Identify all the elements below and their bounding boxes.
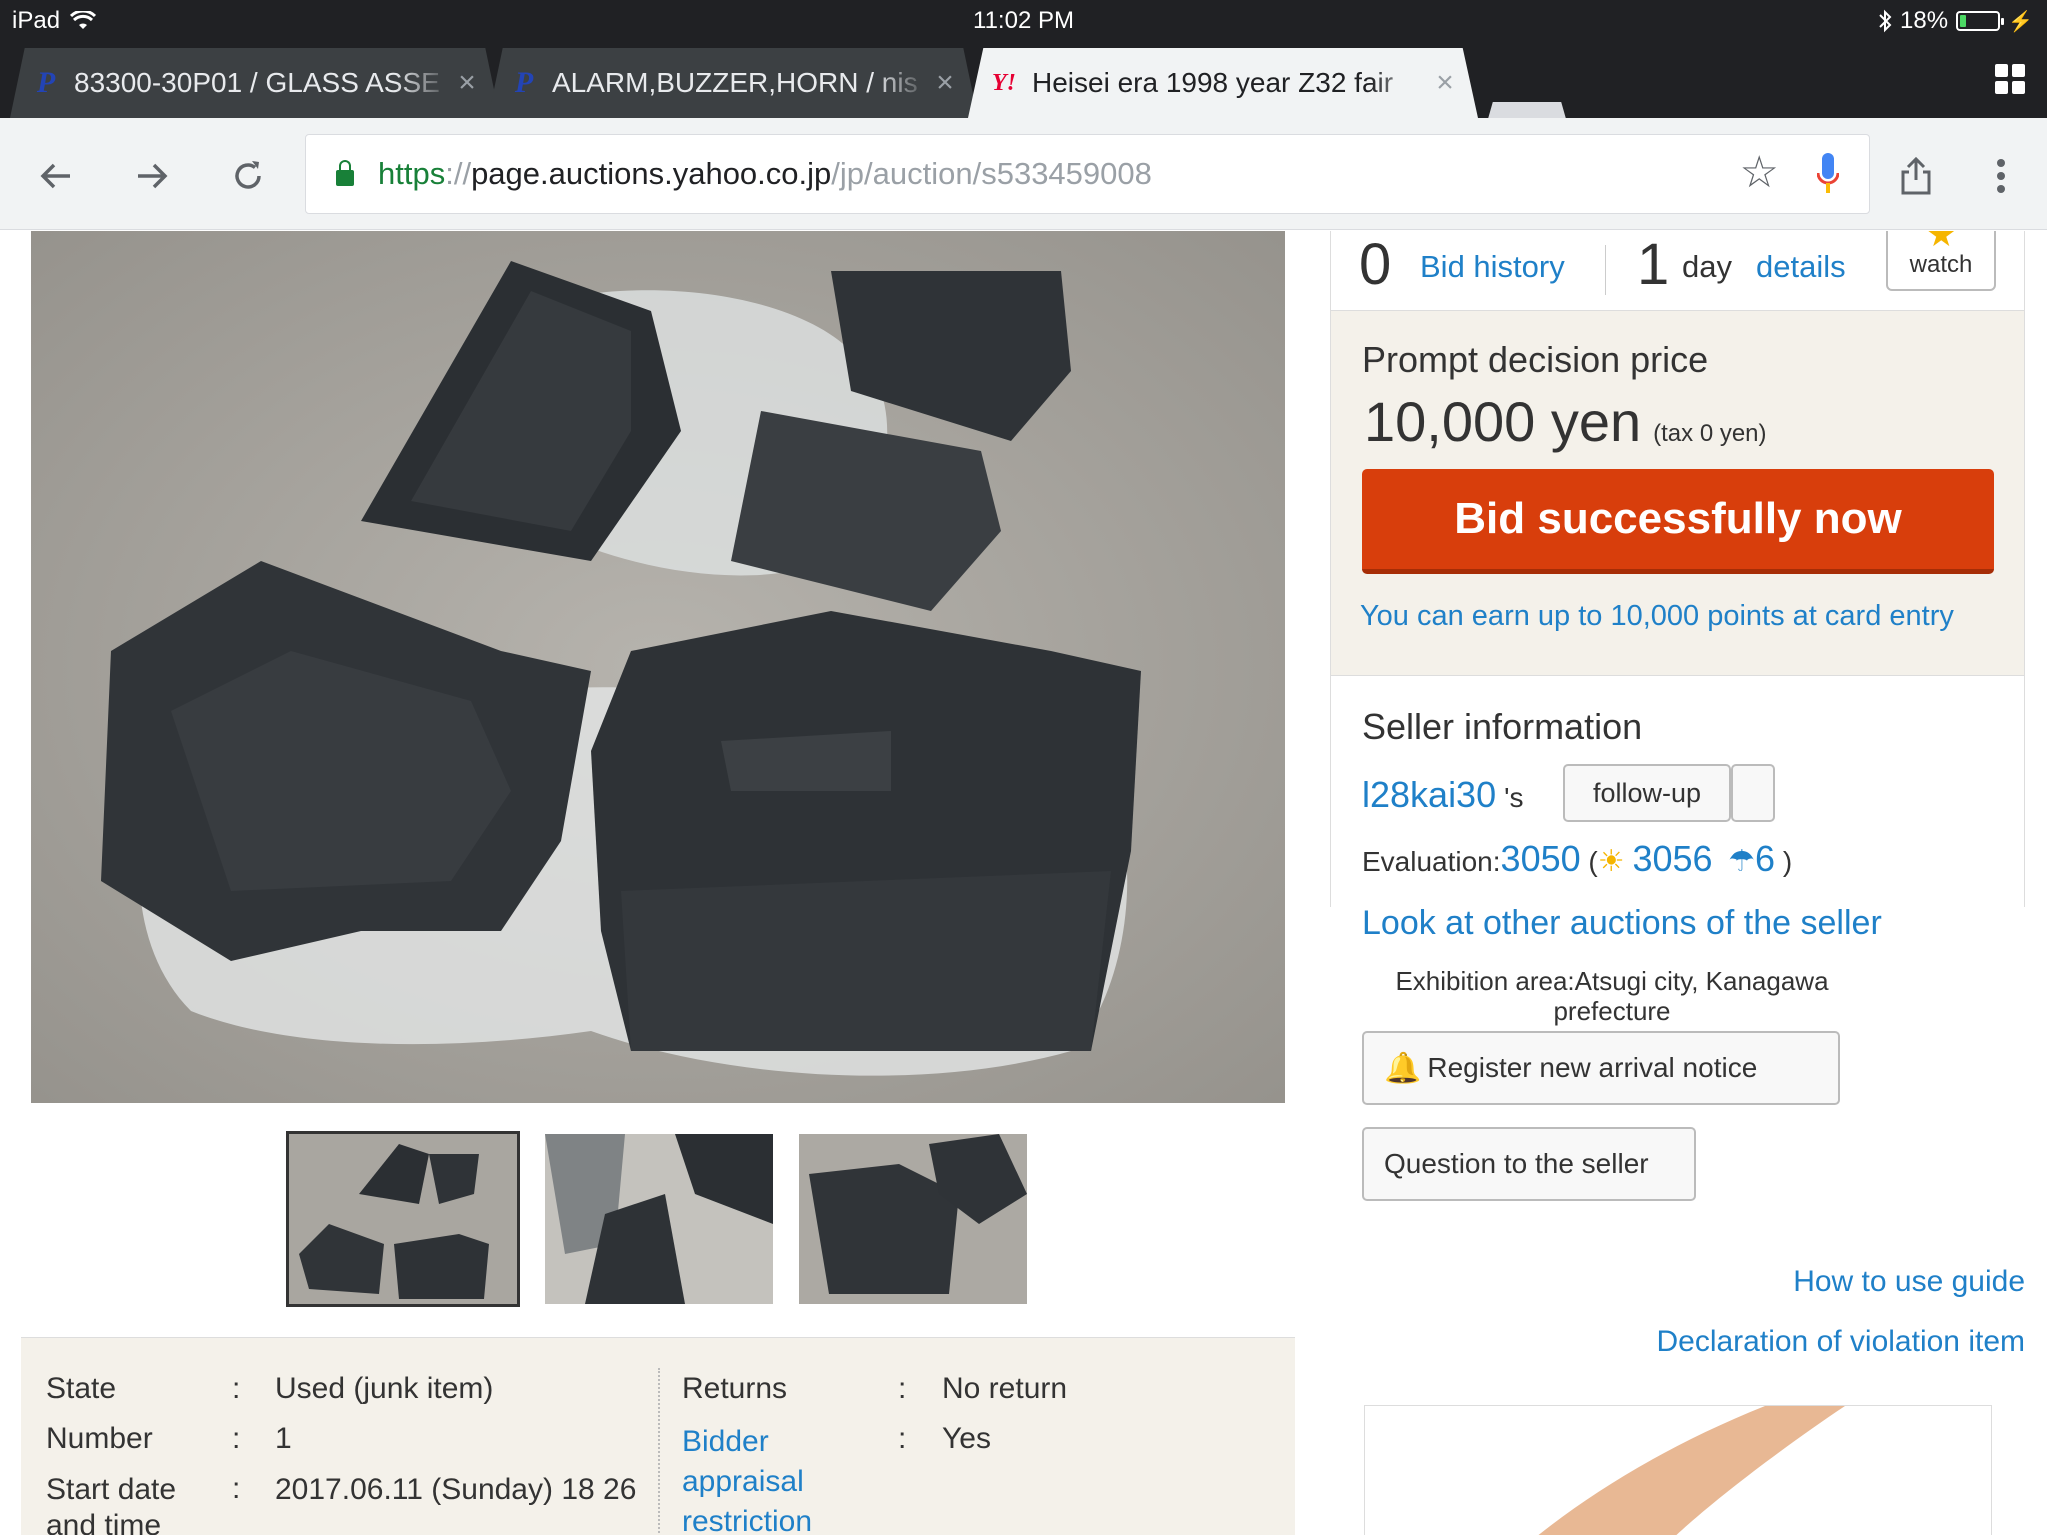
detail-label: Number xyxy=(46,1422,153,1455)
tab-2[interactable]: P ALARM,BUZZER,HORN / nis × xyxy=(488,48,978,118)
reload-icon[interactable] xyxy=(220,148,276,204)
seller-info-title: Seller information xyxy=(1362,706,1643,747)
bid-count: 0 xyxy=(1359,232,1392,297)
detail-label: State xyxy=(46,1372,117,1405)
tab-title: Heisei era 1998 year Z32 fair xyxy=(1032,67,1394,98)
seller-name[interactable]: l28kai30's xyxy=(1362,774,1523,816)
tab-3[interactable]: Y! Heisei era 1998 year Z32 fair × xyxy=(968,48,1478,118)
parts-favicon-icon: P xyxy=(514,66,534,99)
battery-percent: 18% xyxy=(1900,7,1949,34)
follow-up-button[interactable]: follow-up xyxy=(1563,764,1731,822)
bid-summary: 0 Bid history 1 day details ★ watch xyxy=(1330,231,2025,311)
battery-icon xyxy=(1956,11,2005,31)
watch-label: watch xyxy=(1909,251,1973,278)
close-tab-icon[interactable]: × xyxy=(452,66,482,100)
detail-sep: : xyxy=(232,1422,241,1455)
tax-note: (tax 0 yen) xyxy=(1653,420,1767,447)
menu-icon[interactable] xyxy=(1973,148,2029,204)
photo-thumbnail-1[interactable] xyxy=(286,1131,520,1307)
bid-now-button[interactable]: Bid successfully now xyxy=(1362,469,1994,574)
tab-1[interactable]: P 83300-30P01 / GLASS ASSE × xyxy=(10,48,500,118)
evaluation-total[interactable]: 3050 xyxy=(1501,838,1581,879)
violation-declaration-link[interactable]: Declaration of violation item xyxy=(1656,1325,2025,1359)
photo-thumbnail-3[interactable] xyxy=(799,1134,1027,1304)
evaluation-bad[interactable]: 6 xyxy=(1755,838,1775,879)
watch-button[interactable]: ★ watch xyxy=(1886,231,1996,291)
details-link[interactable]: details xyxy=(1756,249,1846,285)
page-content: 0 Bid history 1 day details ★ watch Prom… xyxy=(0,231,2047,1535)
bid-history-link[interactable]: Bid history xyxy=(1420,249,1565,285)
photo-thumbnail-2[interactable] xyxy=(545,1134,773,1304)
forward-icon[interactable] xyxy=(124,148,180,204)
detail-label: Returns xyxy=(682,1372,788,1405)
detail-value: No return xyxy=(942,1372,1068,1405)
detail-sep: : xyxy=(898,1422,907,1455)
how-to-use-guide-link[interactable]: How to use guide xyxy=(1793,1265,2025,1299)
back-icon[interactable] xyxy=(28,148,84,204)
earn-points-link[interactable]: You can earn up to 10,000 points at card… xyxy=(1360,600,1954,633)
close-tab-icon[interactable]: × xyxy=(930,66,960,100)
close-tab-icon[interactable]: × xyxy=(1430,66,1460,100)
detail-sep: : xyxy=(232,1472,241,1505)
browser-toolbar: https://page.auctions.yahoo.co.jp/jp/auc… xyxy=(0,118,2047,230)
url-text: https://page.auctions.yahoo.co.jp/jp/auc… xyxy=(378,156,1152,191)
main-product-photo[interactable] xyxy=(31,231,1285,1103)
detail-sep: : xyxy=(232,1372,241,1405)
mic-icon[interactable] xyxy=(1817,153,1839,195)
bell-icon: 🔔 xyxy=(1384,1051,1422,1085)
detail-value: 2017.06.11 (Sunday) 18 26 xyxy=(275,1473,637,1506)
tab-strip: P 83300-30P01 / GLASS ASSE × P ALARM,BUZ… xyxy=(0,40,2047,140)
detail-value: Yes xyxy=(942,1422,991,1455)
prompt-price: 10,000 yen (tax 0 yen) xyxy=(1364,390,1767,453)
parts-favicon-icon: P xyxy=(36,66,56,99)
evaluation-row: Evaluation:3050 (☀ 3056 ☂6 ) xyxy=(1362,838,1793,879)
price-panel: Prompt decision price 10,000 yen (tax 0 y… xyxy=(1330,311,2025,1240)
advertisement-image[interactable] xyxy=(1364,1405,1992,1535)
exhibition-area: Exhibition area:Atsugi city, Kanagawa pr… xyxy=(1395,966,1829,1026)
detail-value: Used (junk item) xyxy=(275,1372,494,1405)
bidder-restriction-link[interactable]: Bidder appraisal restriction xyxy=(682,1422,852,1535)
days-left: 1 xyxy=(1637,232,1670,297)
sun-icon: ☀ xyxy=(1597,845,1625,878)
evaluation-good[interactable]: 3056 xyxy=(1632,838,1712,879)
lock-icon xyxy=(336,160,354,186)
yahoo-favicon-icon: Y! xyxy=(992,69,1016,96)
star-icon[interactable]: ☆ xyxy=(1740,147,1779,198)
share-icon[interactable] xyxy=(1888,148,1944,204)
register-notice-button[interactable]: 🔔 Register new arrival notice xyxy=(1362,1031,1840,1105)
address-bar[interactable]: https://page.auctions.yahoo.co.jp/jp/auc… xyxy=(305,134,1870,214)
day-label: day xyxy=(1682,249,1732,284)
prompt-price-label: Prompt decision price xyxy=(1362,339,1709,380)
other-auctions-link[interactable]: Look at other auctions of the seller xyxy=(1362,904,1882,943)
status-bar: iPad 11:02 PM 18% ⚡ xyxy=(0,0,2047,40)
detail-sep: : xyxy=(898,1372,907,1405)
tab-switcher-icon[interactable] xyxy=(1995,64,2025,94)
tab-title: 83300-30P01 / GLASS ASSE xyxy=(74,67,440,98)
bluetooth-icon xyxy=(1879,9,1892,33)
umbrella-icon: ☂ xyxy=(1728,845,1755,878)
charging-icon: ⚡ xyxy=(2008,10,2033,33)
item-details-table: State : Used (junk item) Number : 1 Star… xyxy=(21,1337,1295,1535)
follow-count-button[interactable] xyxy=(1731,764,1775,822)
status-time: 11:02 PM xyxy=(973,7,1074,34)
detail-label: Start date and time xyxy=(46,1473,177,1535)
star-icon: ★ xyxy=(1926,231,1957,254)
tab-title: ALARM,BUZZER,HORN / nis xyxy=(552,67,918,98)
question-seller-button[interactable]: Question to the seller xyxy=(1362,1127,1696,1201)
detail-value: 1 xyxy=(275,1422,292,1455)
seller-info: Seller information l28kai30's follow-up … xyxy=(1331,675,2024,1240)
